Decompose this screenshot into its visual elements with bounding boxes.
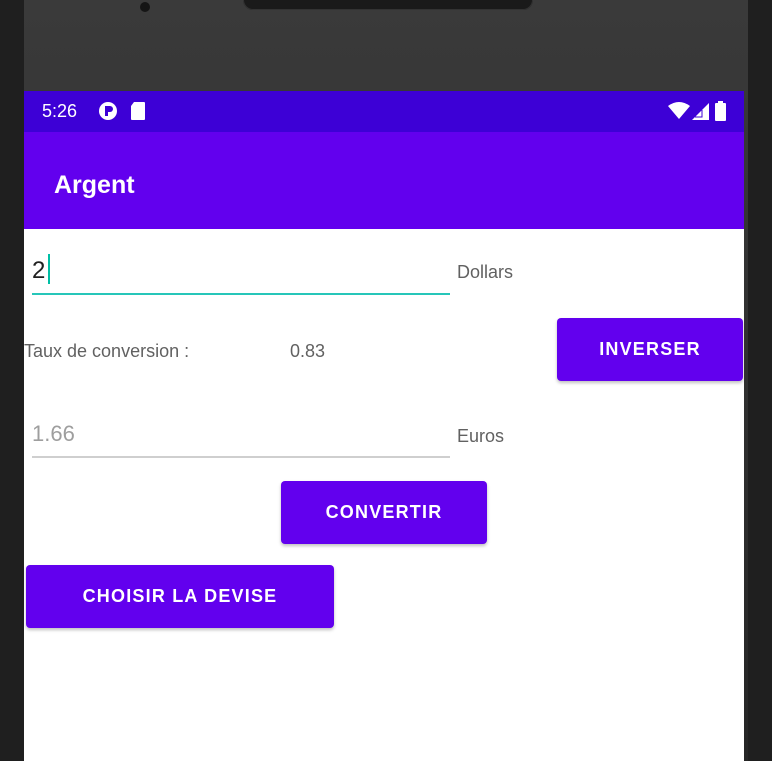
result-input-underline (32, 456, 450, 458)
app-bar: Argent (24, 132, 744, 229)
amount-input-underline (32, 293, 450, 295)
front-camera (140, 2, 150, 12)
phone-screen: 5:26 Argent 2 Dollars Taux de conversion… (24, 91, 744, 761)
sd-card-icon (130, 101, 146, 126)
result-field[interactable]: 1.66 (32, 409, 450, 459)
choose-currency-button[interactable]: CHOISIR LA DEVISE (26, 565, 334, 628)
convert-button[interactable]: CONVERTIR (281, 481, 487, 544)
speaker-grille (243, 0, 533, 10)
signal-icon (692, 103, 710, 126)
device-left-bezel (0, 0, 24, 761)
device-frame: 5:26 Argent 2 Dollars Taux de conversion… (0, 0, 772, 761)
app-title: Argent (54, 171, 135, 199)
invert-button[interactable]: INVERSER (557, 318, 743, 381)
status-bar: 5:26 (24, 91, 744, 132)
wifi-icon (668, 102, 690, 125)
amount-field[interactable]: 2 (32, 246, 450, 296)
battery-icon (715, 101, 726, 126)
amount-input-value[interactable]: 2 (32, 257, 45, 285)
app-notification-icon (98, 101, 118, 126)
device-right-bezel (748, 0, 772, 761)
status-time: 5:26 (42, 101, 78, 121)
amount-unit-label: Dollars (457, 262, 514, 282)
result-unit-label: Euros (457, 426, 505, 446)
rate-value: 0.83 (290, 341, 326, 361)
rate-label: Taux de conversion : (24, 341, 190, 361)
text-cursor (48, 254, 50, 284)
result-value[interactable]: 1.66 (32, 421, 75, 447)
